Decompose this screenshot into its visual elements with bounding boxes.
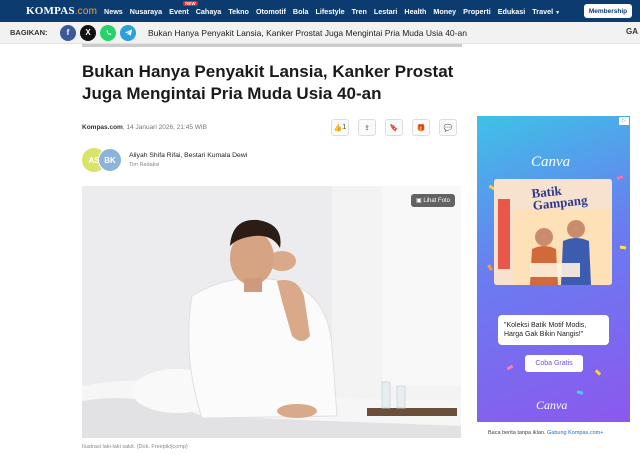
canva-advertisement[interactable]: ▷ Canva Batik Gampang "Koleksi Batik Moti… bbox=[477, 116, 630, 422]
like-button[interactable]: 👍 1 bbox=[331, 119, 349, 136]
ad-creative-card: Batik Gampang bbox=[494, 179, 612, 285]
chevron-down-icon: ▼ bbox=[555, 9, 561, 16]
comment-icon: 💬 bbox=[443, 124, 453, 132]
confetti bbox=[487, 264, 493, 271]
x-icon[interactable]: X bbox=[80, 24, 96, 41]
telegram-icon[interactable] bbox=[120, 24, 136, 41]
confetti bbox=[619, 245, 627, 250]
nav-item-edukasi[interactable]: Edukasi bbox=[498, 7, 526, 16]
nav-item-cahaya[interactable]: Cahaya bbox=[196, 7, 222, 16]
nav-item-properti[interactable]: Properti bbox=[463, 7, 491, 16]
kompas-logo[interactable]: KOMPAS.com bbox=[0, 5, 104, 17]
new-badge: NEW bbox=[183, 0, 198, 6]
ad-choices-icon[interactable]: ▷ bbox=[619, 117, 629, 125]
confetti bbox=[506, 364, 514, 371]
share-icons: f X bbox=[60, 24, 136, 41]
confetti bbox=[616, 175, 624, 180]
top-navigation: KOMPAS.com News Nusaraya Event NEW Cahaya… bbox=[0, 0, 640, 22]
share-right-text: GA bbox=[626, 27, 638, 36]
article-actions: 👍 1 ⇪ 🔖 🎁 💬 bbox=[331, 119, 457, 136]
thumbs-up-icon: 👍 bbox=[333, 124, 343, 132]
divider bbox=[82, 44, 462, 47]
nav-item-travel[interactable]: Travel ▼ bbox=[532, 7, 560, 16]
author-role: Tim Redaksi bbox=[129, 162, 160, 168]
share-icon: ⇪ bbox=[364, 124, 370, 132]
nav-item-tren[interactable]: Tren bbox=[352, 7, 367, 16]
nav-items: News Nusaraya Event NEW Cahaya Tekno Otom… bbox=[104, 0, 560, 16]
confetti bbox=[594, 369, 602, 376]
share-label: BAGIKAN: bbox=[10, 28, 48, 37]
share-article-title: Bukan Hanya Penyakit Lansia, Kanker Pros… bbox=[148, 27, 467, 38]
whatsapp-icon[interactable] bbox=[100, 24, 116, 41]
article-meta: Kompas.com, 14 Januari 2026, 21:45 WIB bbox=[82, 124, 207, 131]
share-bar: BAGIKAN: f X Bukan Hanya Penyakit Lansia… bbox=[0, 22, 640, 44]
article-source: Kompas.com bbox=[82, 124, 123, 131]
join-kompas-plus-link[interactable]: Gabung Kompas.com+ bbox=[547, 430, 603, 436]
confetti bbox=[576, 390, 584, 395]
photo-illustration bbox=[82, 186, 461, 438]
article-photo[interactable]: ▣ Lihat Foto bbox=[82, 186, 461, 438]
nav-item-otomotif[interactable]: Otomotif bbox=[256, 7, 286, 16]
like-count: 1 bbox=[342, 124, 347, 131]
canva-logo: Canva bbox=[531, 154, 571, 170]
share-button[interactable]: ⇪ bbox=[358, 119, 376, 136]
nav-item-nusaraya[interactable]: Nusaraya bbox=[130, 7, 162, 16]
nav-item-bola[interactable]: Bola bbox=[293, 7, 309, 16]
nav-item-health[interactable]: Health bbox=[404, 7, 426, 16]
nav-item-news[interactable]: News bbox=[104, 7, 123, 16]
nav-item-event[interactable]: Event NEW bbox=[169, 0, 198, 16]
nav-item-lestari[interactable]: Lestari bbox=[374, 7, 398, 16]
gift-button[interactable]: 🎁 bbox=[412, 119, 430, 136]
ad-free-note: Baca berita tanpa iklan. Gabung Kompas.c… bbox=[488, 430, 604, 436]
ad-card-title: Batik Gampang bbox=[530, 182, 589, 213]
article-headline: Bukan Hanya Penyakit Lansia, Kanker Pros… bbox=[82, 62, 454, 103]
gift-icon: 🎁 bbox=[416, 124, 426, 132]
photo-caption: Ilustrasi laki-laki sakit. (Dok. Freepik… bbox=[82, 444, 188, 450]
view-photo-button[interactable]: ▣ Lihat Foto bbox=[410, 194, 455, 207]
author-block: AS BK Aliyah Shifa Rifai, Bestari Kumala… bbox=[82, 148, 247, 172]
bookmark-button[interactable]: 🔖 bbox=[385, 119, 403, 136]
author-names[interactable]: Aliyah Shifa Rifai, Bestari Kumala Dewi bbox=[129, 152, 247, 159]
comment-button[interactable]: 💬 bbox=[439, 119, 457, 136]
ad-quote: "Koleksi Batik Motif Modis, Harga Gak Bi… bbox=[498, 315, 609, 345]
coba-gratis-button[interactable]: Coba Gratis bbox=[525, 355, 583, 372]
nav-item-money[interactable]: Money bbox=[433, 7, 456, 16]
nav-item-tekno[interactable]: Tekno bbox=[228, 7, 249, 16]
nav-item-lifestyle[interactable]: Lifestyle bbox=[315, 7, 344, 16]
membership-button[interactable]: Membership bbox=[584, 4, 632, 18]
facebook-icon[interactable]: f bbox=[60, 24, 76, 41]
avatar[interactable]: BK bbox=[98, 148, 122, 172]
article-date: , 14 Januari 2026, 21:45 WIB bbox=[122, 124, 208, 131]
bookmark-icon: 🔖 bbox=[389, 124, 399, 132]
canva-logo: Canva bbox=[536, 398, 568, 412]
